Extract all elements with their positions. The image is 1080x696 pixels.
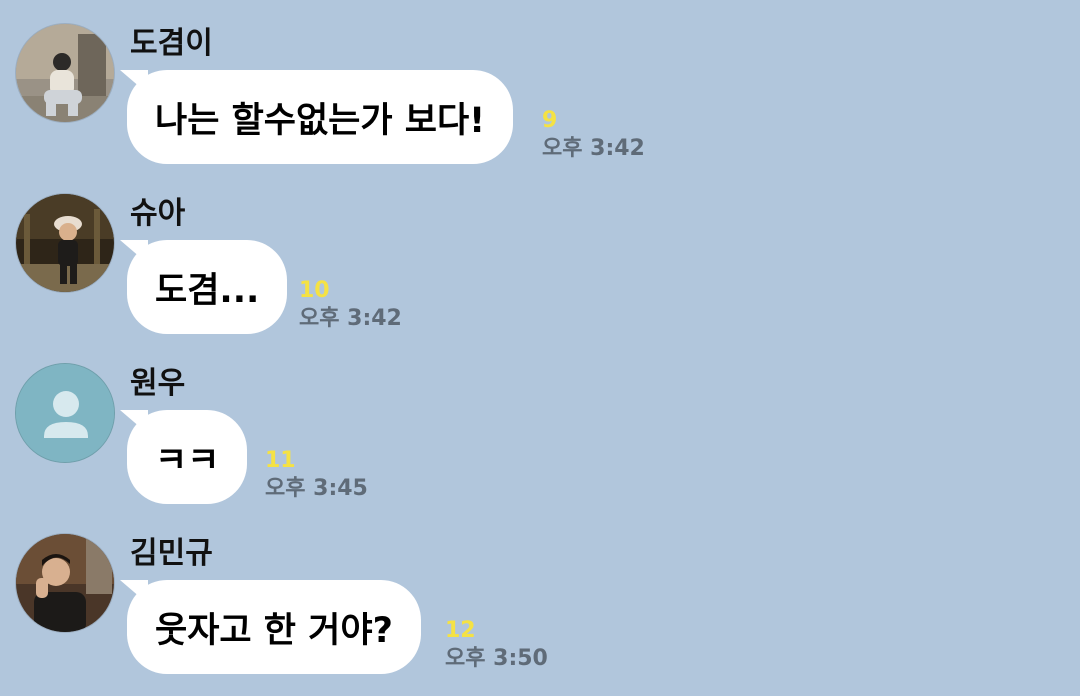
chat-message: 슈아 도겸... 10 오후 3:42: [0, 170, 1080, 340]
profile-avatar[interactable]: [15, 23, 115, 123]
chat-room: 도겸이 나는 할수없는가 보다! 9 오후 3:42 슈아 도겸... 10 오…: [0, 0, 1080, 696]
message-text: 도겸...: [155, 270, 260, 311]
message-text: 나는 할수없는가 보다!: [155, 100, 486, 141]
message-time: 오후 3:42: [542, 136, 645, 161]
sender-name: 슈아: [130, 196, 186, 231]
message-bubble[interactable]: 나는 할수없는가 보다!: [127, 70, 514, 164]
unread-count: 12: [445, 618, 476, 643]
message-meta: 9 오후 3:42: [542, 108, 645, 164]
unread-count: 11: [265, 448, 296, 473]
message-time: 오후 3:50: [445, 646, 548, 671]
message-meta: 10 오후 3:42: [299, 278, 402, 334]
message-time: 오후 3:45: [265, 476, 368, 501]
message-bubble[interactable]: 웃자고 한 거야?: [127, 580, 421, 674]
message-text: 웃자고 한 거야?: [155, 610, 393, 651]
unread-count: 10: [299, 278, 330, 303]
photo-person-portrait-icon: [16, 534, 114, 632]
sender-name: 원우: [130, 366, 186, 401]
chat-message: 원우 ㅋㅋ 11 오후 3:45: [0, 340, 1080, 510]
message-bubble[interactable]: 도겸...: [127, 240, 288, 334]
unread-count: 9: [542, 108, 558, 133]
photo-child-with-hat-icon: [16, 194, 114, 292]
message-meta: 12 오후 3:50: [445, 618, 548, 674]
message-meta: 11 오후 3:45: [265, 448, 368, 504]
message-time: 오후 3:42: [299, 306, 402, 331]
default-person-icon: [16, 364, 114, 462]
sender-name: 김민규: [130, 536, 213, 571]
profile-avatar[interactable]: [15, 533, 115, 633]
photo-person-sitting-icon: [16, 24, 114, 122]
sender-name: 도겸이: [130, 26, 213, 61]
chat-message: 김민규 웃자고 한 거야? 12 오후 3:50: [0, 510, 1080, 680]
profile-avatar[interactable]: [15, 363, 115, 463]
chat-message: 도겸이 나는 할수없는가 보다! 9 오후 3:42: [0, 0, 1080, 170]
message-bubble[interactable]: ㅋㅋ: [127, 410, 248, 504]
message-text: ㅋㅋ: [155, 440, 220, 481]
profile-avatar[interactable]: [15, 193, 115, 293]
